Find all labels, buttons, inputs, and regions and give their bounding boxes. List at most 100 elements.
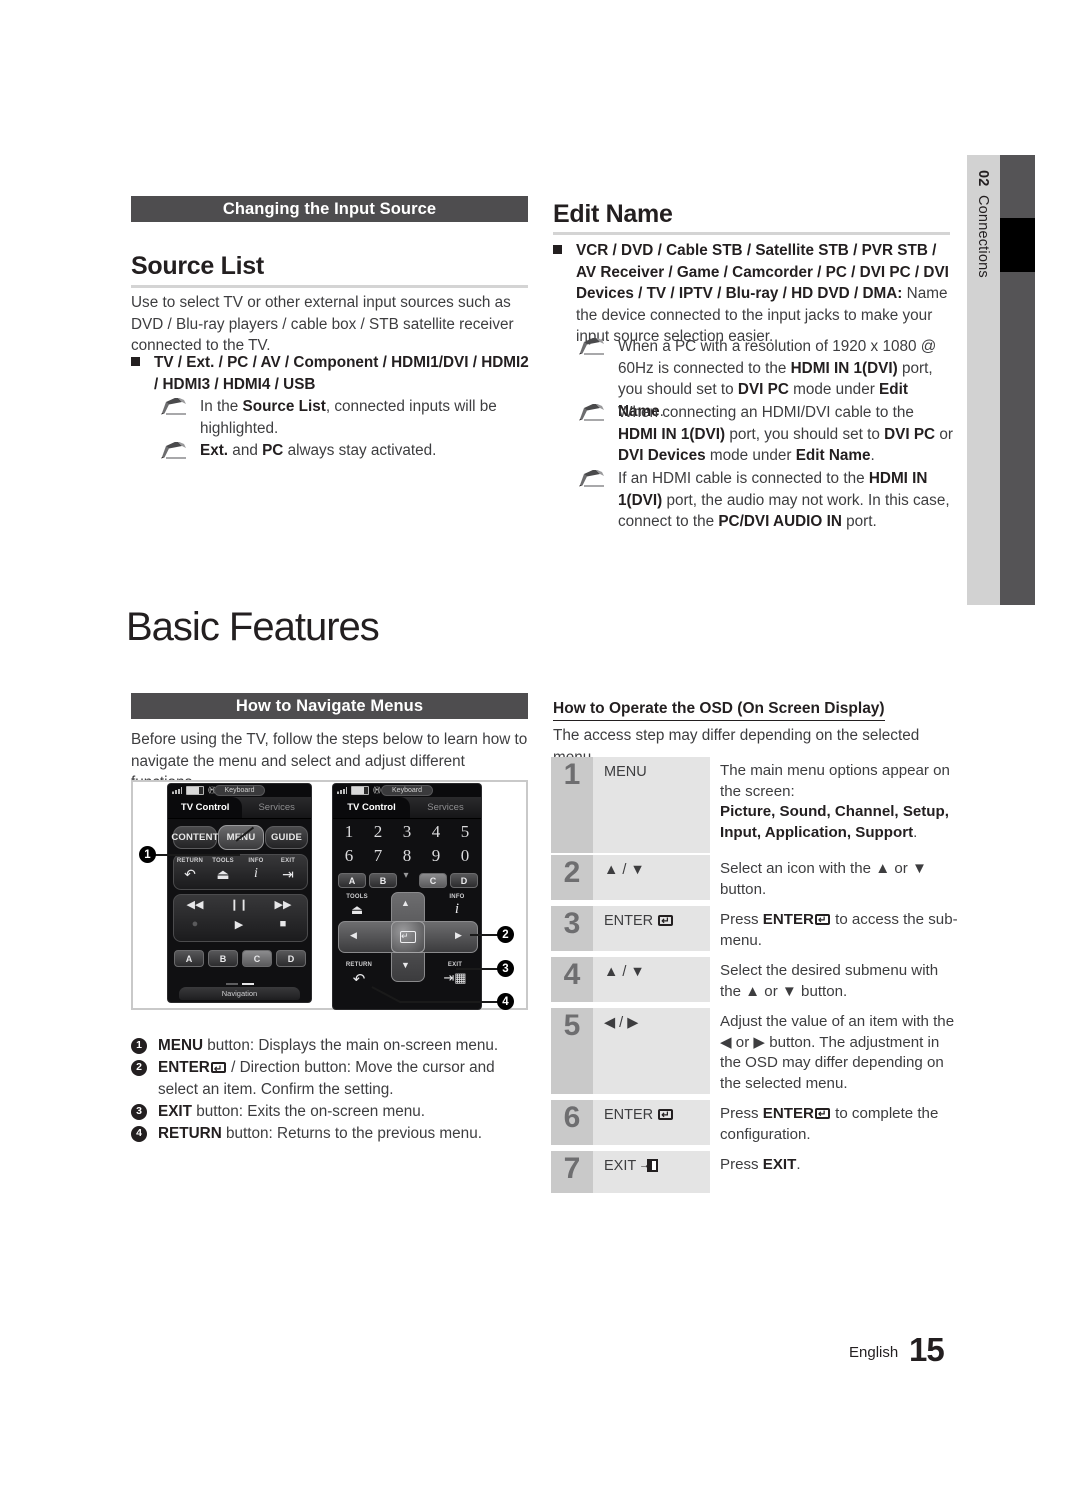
remote-page-dots[interactable] [225,983,254,985]
remote-button-content[interactable]: CONTENT [171,826,218,849]
tab-services-left[interactable]: Services [242,797,311,818]
callout-3-leader [456,968,500,970]
dpad-left-arrow[interactable]: ◀ [350,930,357,941]
osd-step-number-6: 6 [551,1100,593,1145]
osd-key-text-6: ENTER [604,1107,654,1123]
remote-key-1[interactable]: 1 [335,822,363,842]
enter-icon [814,911,830,932]
source-list-note-1: In the Source List, connected inputs wil… [160,396,530,439]
edit-name-devices: VCR / DVD / Cable STB / Satellite STB / … [576,242,949,302]
remote-icon-fast-forward[interactable]: ▶▶ [264,898,302,911]
tab-tv-control-left[interactable]: TV Control [168,797,243,818]
footer-page-number: 15 [909,1331,945,1368]
source-list-intro: Use to select TV or other external input… [131,294,514,354]
remote-icon-tools[interactable]: ⏏ [208,866,238,883]
callout-1: 1 [139,846,156,863]
remote-right-statusbar: ((•)) Keyboard [333,784,481,797]
dpad-down-arrow[interactable]: ▼ [401,960,410,970]
heading-edit-name: Edit Name [553,200,673,228]
pencil-note-icon [579,338,604,355]
remote-icon-info[interactable]: i [241,866,271,882]
remote-key-5[interactable]: 5 [451,822,479,842]
dpad-right-arrow[interactable]: ▶ [455,930,462,941]
source-list-note-1-text: In the Source List, connected inputs wil… [200,398,497,437]
legend-item-3: 3 EXIT button: Exits the on-screen menu. [131,1101,531,1123]
remote-key-0[interactable]: 0 [451,846,479,866]
edit-name-bullet-text: VCR / DVD / Cable STB / Satellite STB / … [576,240,953,348]
osd-desc-plain-3: Press ENTER [720,911,814,928]
tab-services-right[interactable]: Services [410,797,481,818]
osd-step-desc-5: Adjust the value of an item with the ◀ o… [720,1013,955,1092]
legend-text-4: RETURN button: Returns to the previous m… [158,1123,531,1145]
legend-text-2: ENTER / Direction button: Move the curso… [158,1057,531,1100]
osd-step-number-3: 3 [551,906,593,951]
remote-color-button-c[interactable]: C [242,950,272,967]
remote-key-4[interactable]: 4 [422,822,450,842]
remote-color-button-a[interactable]: A [174,950,204,967]
pencil-note-icon [579,470,604,487]
signal-icon [337,787,347,794]
remote-icon-stop[interactable]: ■ [264,918,302,930]
section-bar-changing-the-input-source: Changing the Input Source [131,196,528,222]
osd-step-desc-4: Select the desired submenu with the ▲ or… [720,962,939,1000]
dpad-center-enter[interactable]: ↵ [391,921,425,953]
remote-icon-tools-right[interactable]: ⏏ [337,902,377,918]
remote-label-tools-right: TOOLS [346,894,368,900]
remote-key-9[interactable]: 9 [422,846,450,866]
pencil-note-icon [161,442,186,459]
manual-page: 02 Connections Changing the Input Source… [0,0,1080,1494]
remote-color-button-a[interactable]: A [338,873,366,888]
osd-row-2: 2 ▲ / ▼ Select an icon with the ▲ or ▼ b… [551,855,961,904]
keyboard-tab-left[interactable]: Keyboard [213,785,266,796]
remote-right-tabs: TV Control Services [333,797,481,819]
remote-icon-pause[interactable]: ❙❙ [220,898,258,911]
side-tab-number: 02 [975,170,991,187]
callout-4: 4 [497,993,514,1010]
edit-name-note-2: When connecting an HDMI/DVI cable to the… [578,402,953,467]
remote-icon-info-right[interactable]: i [437,901,477,918]
footer-language: English [849,1344,899,1361]
exit-icon [639,1155,658,1175]
legend-rest-3: button: Exits the on-screen menu. [192,1103,425,1120]
remote-navigation-bar[interactable]: Navigation [179,987,300,1000]
callout-1-leader [155,854,240,856]
osd-row-7: 7 EXIT Press EXIT. [551,1151,961,1193]
remote-key-8[interactable]: 8 [393,846,421,866]
enter-icon: ↵ [400,931,416,943]
heading-source-list: Source List [131,252,264,280]
remote-key-3[interactable]: 3 [393,822,421,842]
tab-tv-control-right[interactable]: TV Control [333,797,410,818]
remote-button-guide[interactable]: GUIDE [265,826,308,849]
remote-color-button-c[interactable]: C [419,873,447,888]
edit-name-note-3-text: If an HDMI cable is connected to the HDM… [618,470,950,530]
remote-icon-play[interactable]: ▶ [220,918,258,931]
remote-color-button-d[interactable]: D [276,950,306,967]
osd-step-key-6: ENTER [593,1100,710,1145]
remote-key-6[interactable]: 6 [335,846,363,866]
remote-icon-rewind[interactable]: ◀◀ [176,898,214,911]
battery-icon [351,786,369,795]
battery-icon [186,786,204,795]
remote-color-button-d[interactable]: D [450,873,478,888]
pencil-note-icon [161,398,186,415]
dpad-up-arrow[interactable]: ▲ [401,898,410,908]
remote-icon-return-right[interactable]: ↶ [337,970,381,988]
remote-key-2[interactable]: 2 [364,822,392,842]
callout-3: 3 [497,960,514,977]
remote-color-button-b[interactable]: B [208,950,238,967]
remote-key-7[interactable]: 7 [364,846,392,866]
legend-bold-2: ENTER [158,1059,210,1076]
remote-icon-return[interactable]: ↶ [175,866,205,883]
dot [225,983,238,985]
osd-step-desc-7: Press EXIT. [720,1156,801,1173]
keyboard-tab-right[interactable]: Keyboard [381,785,433,796]
remote-icon-exit-right[interactable]: ⇥▦ [433,970,477,986]
remote-icon-exit[interactable]: ⇥ [273,866,303,883]
remote-left-statusbar: ((•)) Keyboard [168,784,311,797]
chevron-down-icon[interactable]: ▾ [391,870,421,881]
osd-step-number-4: 4 [551,957,593,1002]
square-bullet-icon [553,245,562,254]
remote-label-return: RETURN [176,858,204,864]
remote-icon-record[interactable]: ● [176,918,214,930]
osd-step-desc-2: Select an icon with the ▲ or ▼ button. [720,860,927,898]
